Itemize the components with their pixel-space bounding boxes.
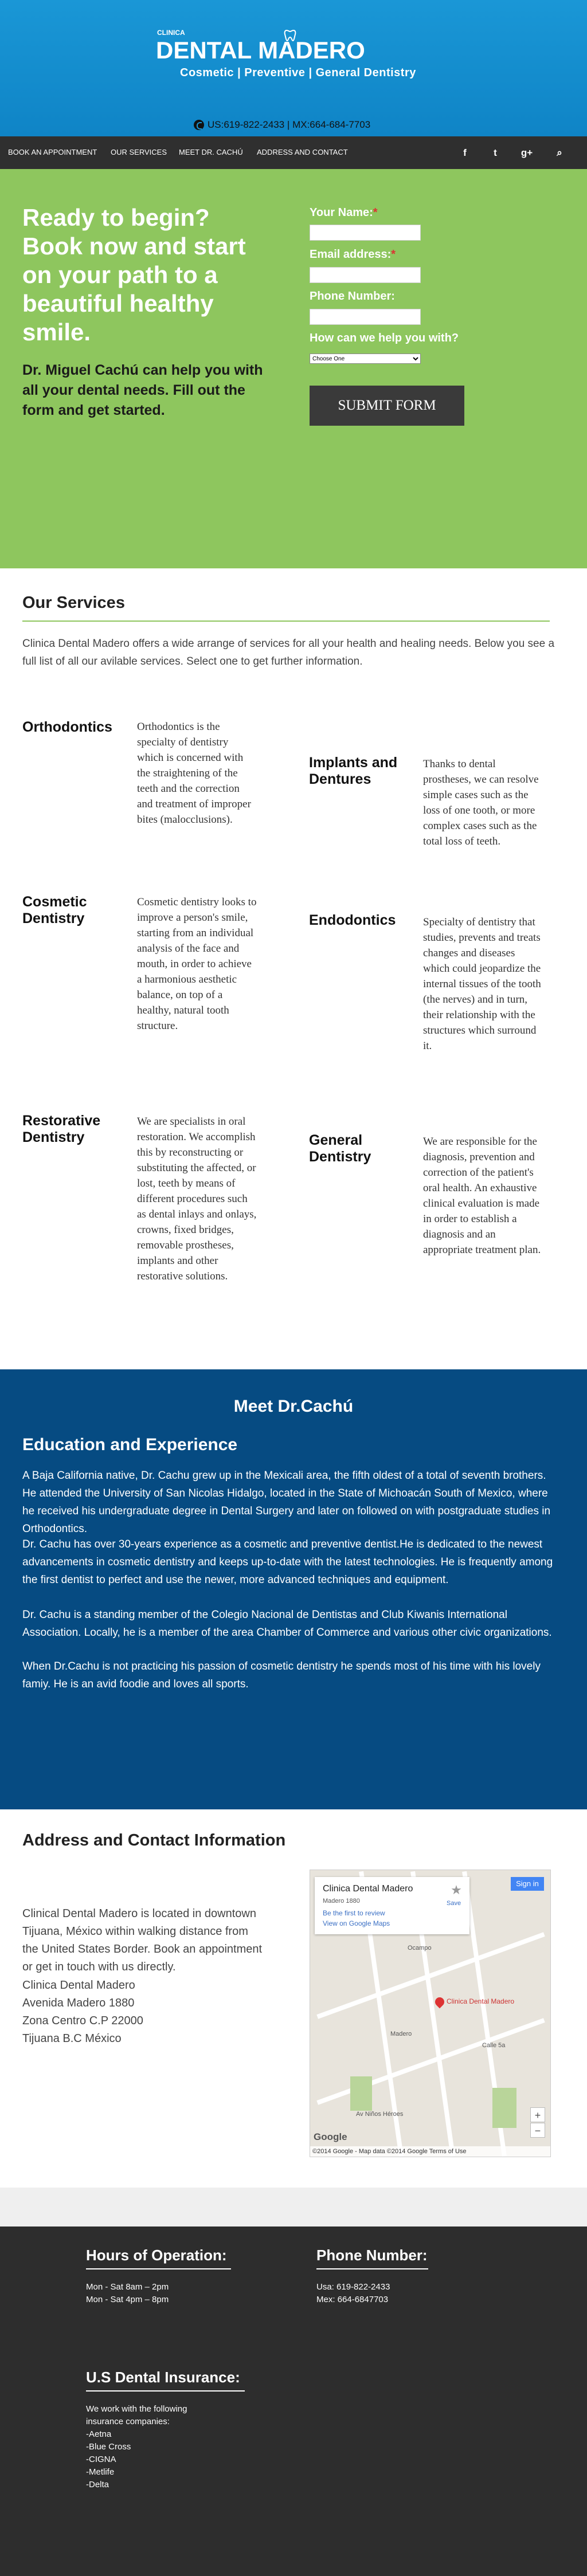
help-label: How can we help you with?: [310, 332, 459, 344]
insurer-item: -Blue Cross: [86, 2442, 131, 2452]
address-intro: Clinical Dental Madero is located in dow…: [22, 1907, 263, 1973]
main-nav: BOOK AN APPOINTMENT OUR SERVICES MEET DR…: [0, 136, 587, 169]
service-name[interactable]: General Dentistry: [309, 1132, 406, 1165]
header-phone[interactable]: US:619-822-2433 | MX:664-684-7703: [194, 119, 370, 131]
map-place-street: Madero 1880: [323, 1898, 360, 1904]
service-name[interactable]: Restorative Dentistry: [22, 1113, 120, 1146]
star-icon[interactable]: ★: [449, 1883, 464, 1898]
map-park: [492, 2088, 516, 2128]
map-pin-label: Clinica Dental Madero: [447, 1997, 515, 2005]
facebook-icon[interactable]: f: [456, 144, 473, 162]
map-street-label: Calle 5a: [482, 2042, 506, 2049]
map-place-name: Clinica Dental Madero: [323, 1884, 413, 1894]
name-field[interactable]: [310, 225, 421, 241]
map-review-link[interactable]: Be the first to review: [323, 1909, 385, 1917]
hero-subtext: Dr. Miguel Cachú can help you with all y…: [22, 362, 263, 418]
service-name[interactable]: Orthodontics: [22, 719, 120, 736]
phone-line[interactable]: Mex: 664-6847703: [316, 2294, 388, 2306]
site-footer: Hours of Operation: Mon - Sat 8am – 2pm …: [0, 2226, 587, 2576]
map-park: [350, 2076, 372, 2111]
map-attribution: ©2014 Google - Map data ©2014 Google Ter…: [310, 2146, 550, 2157]
insurer-item: -Metlife: [86, 2467, 115, 2477]
help-select[interactable]: Choose One: [310, 354, 421, 364]
search-icon[interactable]: ⌕: [551, 144, 568, 162]
phone-icon: [194, 120, 204, 130]
zoom-in-button[interactable]: +: [530, 2107, 545, 2122]
insurance-title: U.S Dental Insurance:: [86, 2369, 240, 2386]
google-plus-icon[interactable]: g+: [518, 144, 535, 162]
insurance-underline: [86, 2390, 245, 2392]
logo-brand: DENTAL MADERO: [156, 37, 365, 64]
hours-line: Mon - Sat 4pm – 8pm: [86, 2295, 169, 2304]
nav-our-services[interactable]: OUR SERVICES: [111, 148, 167, 156]
insurer-item: -Delta: [86, 2480, 109, 2489]
email-field[interactable]: [310, 267, 421, 283]
map-pin-icon[interactable]: [433, 1995, 447, 2009]
doctor-paragraph: Dr. Cachu has over 30-years experience a…: [22, 1538, 553, 1586]
nav-address-contact[interactable]: ADDRESS AND CONTACT: [257, 148, 348, 156]
service-desc: Cosmetic dentistry looks to improve a pe…: [137, 896, 257, 1032]
insurer-item: -CIGNA: [86, 2455, 116, 2464]
service-desc: Orthodontics is the specialty of dentist…: [137, 721, 251, 826]
logo[interactable]: CLINICA DENTAL MADERO Cosmetic | Prevent…: [156, 29, 460, 84]
separator-band: [0, 2188, 587, 2226]
map-street-label: Madero: [390, 2031, 412, 2037]
twitter-icon[interactable]: t: [487, 144, 504, 162]
name-label: Your Name:*: [310, 206, 378, 219]
doctor-subtitle: Education and Experience: [22, 1435, 238, 1454]
phone-title: Phone Number:: [316, 2247, 428, 2264]
insurer-item: -Aetna: [86, 2429, 112, 2439]
google-map[interactable]: Ocampo Madero Av Niños Héroes Calle 5a C…: [310, 1870, 551, 2157]
phone-line[interactable]: Usa: 619-822-2433: [316, 2281, 390, 2294]
map-sign-in-button[interactable]: Sign in: [511, 1877, 544, 1891]
doctor-paragraph: A Baja California native, Dr. Cachu grew…: [22, 1470, 551, 1535]
email-label: Email address:*: [310, 248, 396, 261]
services-divider: [22, 621, 550, 622]
header-phone-text: US:619-822-2433 | MX:664-684-7703: [208, 119, 371, 130]
map-save-label[interactable]: Save: [447, 1900, 461, 1907]
map-street-label: Av Niños Héroes: [356, 2111, 404, 2118]
zoom-out-button[interactable]: −: [530, 2123, 545, 2138]
doctor-title: Meet Dr.Cachú: [233, 1397, 354, 1416]
nav-book-appointment[interactable]: BOOK AN APPOINTMENT: [8, 148, 97, 156]
nav-meet-dr-cachu[interactable]: MEET DR. CACHÚ: [179, 148, 243, 156]
services-intro: Clinica Dental Madero offers a wide arra…: [22, 638, 555, 667]
address-line: Clinica Dental Madero: [22, 1979, 135, 1992]
phone-underline: [316, 2268, 428, 2269]
booking-hero: Ready to begin? Book now and start on yo…: [0, 169, 587, 568]
address-line: Zona Centro C.P 22000: [22, 2015, 143, 2027]
google-logo: Google: [314, 2131, 347, 2142]
map-view-link[interactable]: View on Google Maps: [323, 1919, 390, 1927]
submit-form-button[interactable]: SUBMIT FORM: [310, 386, 464, 426]
service-desc: Specialty of dentistry that studies, pre…: [423, 916, 541, 1052]
insurance-intro: We work with the following insurance com…: [86, 2404, 187, 2426]
hours-title: Hours of Operation:: [86, 2247, 227, 2264]
address-line: Tijuana B.C México: [22, 2032, 122, 2045]
logo-slogan: Cosmetic | Preventive | General Dentistr…: [180, 66, 416, 79]
services-title: Our Services: [22, 594, 125, 612]
doctor-paragraph: When Dr.Cachu is not practicing his pass…: [22, 1660, 541, 1690]
site-header: CLINICA DENTAL MADERO Cosmetic | Prevent…: [0, 0, 587, 136]
service-name[interactable]: Endodontics: [309, 912, 406, 929]
map-street-label: Ocampo: [408, 1945, 432, 1951]
address-line: Avenida Madero 1880: [22, 1997, 135, 2009]
doctor-paragraph: Dr. Cachu is a standing member of the Co…: [22, 1609, 552, 1639]
service-name[interactable]: Implants and Dentures: [309, 755, 406, 788]
map-place-card: Clinica Dental Madero Madero 1880 Be the…: [315, 1877, 469, 1934]
meet-doctor-section: Meet Dr.Cachú Education and Experience A…: [0, 1369, 587, 1809]
phone-label: Phone Number:: [310, 290, 395, 303]
service-desc: We are responsible for the diagnosis, pr…: [423, 1136, 541, 1256]
hours-underline: [86, 2268, 231, 2269]
phone-field[interactable]: [310, 309, 421, 325]
logo-clinic-label: CLINICA: [157, 29, 185, 37]
hero-headline: Ready to begin? Book now and start on yo…: [22, 204, 246, 345]
service-desc: Thanks to dental prostheses, we can reso…: [423, 758, 539, 847]
address-title: Address and Contact Information: [22, 1831, 286, 1849]
service-name[interactable]: Cosmetic Dentistry: [22, 894, 120, 927]
hours-line: Mon - Sat 8am – 2pm: [86, 2282, 169, 2292]
service-desc: We are specialists in oral restoration. …: [137, 1116, 257, 1282]
